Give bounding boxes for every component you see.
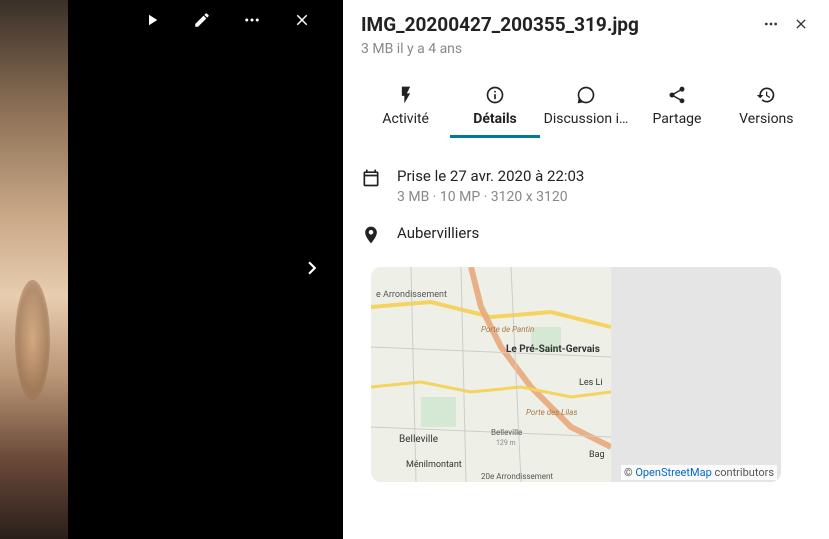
image-preview[interactable]: [0, 0, 68, 539]
info-icon: [485, 85, 505, 105]
capture-info-row: Prise le 27 avr. 2020 à 22:03 3 MB · 10 …: [361, 166, 811, 205]
bolt-icon: [396, 85, 416, 105]
details-body: Prise le 27 avr. 2020 à 22:03 3 MB · 10 …: [361, 138, 811, 482]
svg-text:Bag: Bag: [589, 450, 605, 460]
tab-details[interactable]: Détails: [450, 79, 539, 137]
panel-close-icon[interactable]: [791, 14, 811, 34]
next-image-button[interactable]: [299, 255, 325, 285]
svg-text:Le Pré-Saint-Gervais: Le Pré-Saint-Gervais: [506, 344, 600, 355]
tab-discussion[interactable]: Discussion i…: [540, 79, 633, 137]
svg-text:129 m: 129 m: [496, 439, 516, 447]
panel-more-icon[interactable]: [761, 14, 781, 34]
tab-label: Versions: [739, 111, 793, 127]
tab-label: Discussion i…: [544, 111, 629, 127]
file-title: IMG_20200427_200355_319.jpg: [361, 14, 751, 37]
panel-header: IMG_20200427_200355_319.jpg: [361, 14, 811, 37]
tab-versions[interactable]: Versions: [722, 79, 811, 137]
tab-label: Partage: [653, 111, 702, 127]
map-tiles: e Arrondissement Porte de Pantin Le Pré-…: [371, 267, 611, 482]
tab-share[interactable]: Partage: [632, 79, 721, 137]
history-icon: [756, 85, 776, 105]
location-icon: [361, 223, 383, 249]
share-icon: [667, 85, 687, 105]
tab-label: Détails: [473, 111, 517, 127]
svg-text:Belleville: Belleville: [491, 428, 522, 437]
tab-label: Activité: [382, 111, 429, 127]
chat-icon: [576, 85, 596, 105]
location-row: Aubervilliers: [361, 223, 811, 249]
details-panel: IMG_20200427_200355_319.jpg 3 MB il y a …: [343, 0, 829, 539]
play-icon[interactable]: [140, 8, 164, 32]
map[interactable]: e Arrondissement Porte de Pantin Le Pré-…: [371, 267, 781, 482]
svg-text:Porte des Lilas: Porte des Lilas: [526, 408, 577, 417]
file-subtitle: 3 MB il y a 4 ans: [361, 41, 811, 57]
calendar-icon: [361, 166, 383, 205]
image-viewer: [0, 0, 343, 539]
location-name: Aubervilliers: [397, 223, 811, 244]
more-icon[interactable]: [240, 8, 264, 32]
edit-icon[interactable]: [190, 8, 214, 32]
map-attribution: © OpenStreetMap contributors: [621, 465, 777, 480]
viewer-toolbar: [140, 8, 314, 32]
tabs: Activité Détails Discussion i… Partage V…: [361, 79, 811, 138]
svg-text:20e Arrondissement: 20e Arrondissement: [481, 472, 553, 481]
capture-meta: 3 MB · 10 MP · 3120 x 3120: [397, 189, 811, 205]
svg-text:Les Li: Les Li: [579, 378, 603, 388]
close-icon[interactable]: [290, 8, 314, 32]
tab-activity[interactable]: Activité: [361, 79, 450, 137]
osm-link[interactable]: OpenStreetMap: [635, 466, 711, 479]
capture-date: Prise le 27 avr. 2020 à 22:03: [397, 166, 811, 187]
svg-text:e Arrondissement: e Arrondissement: [376, 290, 447, 300]
svg-text:Ménilmontant: Ménilmontant: [406, 460, 462, 470]
svg-text:Belleville: Belleville: [399, 434, 438, 445]
svg-text:Porte de Pantin: Porte de Pantin: [481, 325, 534, 334]
